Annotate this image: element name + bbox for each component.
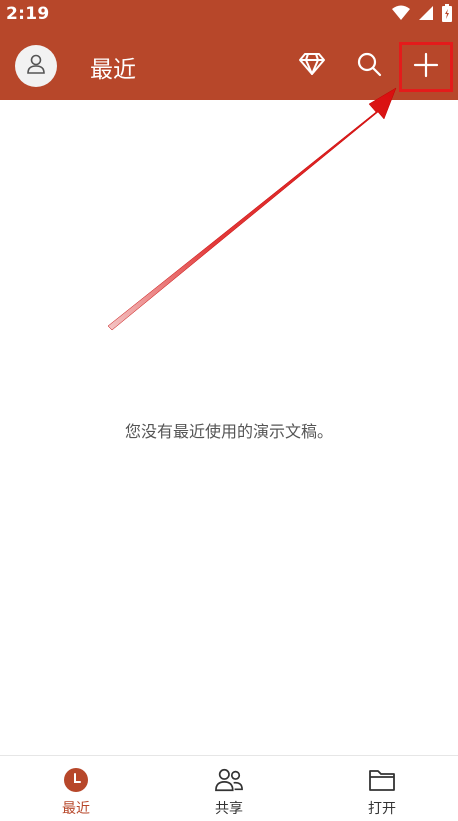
clock-icon bbox=[62, 766, 90, 794]
search-icon bbox=[356, 51, 382, 81]
nav-open[interactable]: 打开 bbox=[306, 756, 458, 821]
page-title: 最近 bbox=[90, 57, 136, 83]
new-presentation-button[interactable] bbox=[399, 42, 453, 92]
diamond-icon bbox=[298, 51, 326, 81]
annotation-arrow bbox=[107, 87, 397, 331]
wifi-icon bbox=[392, 5, 410, 25]
signal-icon bbox=[418, 5, 434, 25]
status-icons bbox=[392, 4, 452, 26]
plus-icon bbox=[413, 52, 439, 82]
nav-shared[interactable]: 共享 bbox=[153, 756, 305, 821]
search-button[interactable] bbox=[347, 44, 391, 88]
premium-button[interactable] bbox=[290, 44, 334, 88]
status-time: 2:19 bbox=[6, 4, 50, 24]
nav-recent-label: 最近 bbox=[62, 801, 90, 817]
battery-icon bbox=[442, 4, 452, 26]
user-icon bbox=[25, 53, 47, 79]
avatar-button[interactable] bbox=[15, 45, 57, 87]
status-bar: 2:19 bbox=[0, 0, 458, 28]
empty-state-message: 您没有最近使用的演示文稿。 bbox=[124, 422, 333, 441]
app-bar: 最近 bbox=[0, 28, 458, 100]
nav-open-label: 打开 bbox=[368, 801, 396, 817]
nav-shared-label: 共享 bbox=[215, 801, 243, 817]
nav-recent[interactable]: 最近 bbox=[0, 756, 152, 821]
folder-icon bbox=[368, 766, 396, 794]
people-icon bbox=[215, 766, 243, 794]
bottom-navigation: 最近 共享 打开 bbox=[0, 755, 458, 821]
